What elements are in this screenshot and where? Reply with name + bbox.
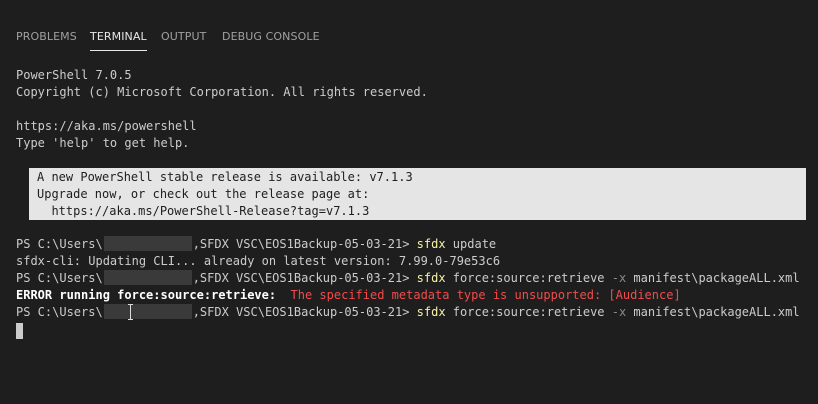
terminal-line: PowerShell 7.0.5 [16, 68, 132, 82]
command-flag: -x [611, 271, 627, 285]
error-label: ERROR running force:source:retrieve: [16, 288, 284, 302]
terminal-header-output: PowerShell 7.0.5 Copyright (c) Microsoft… [16, 67, 806, 152]
command-args: force:source:retrieve [445, 271, 612, 285]
notice-line: https://aka.ms/PowerShell-Release?tag=v7… [37, 204, 370, 218]
redacted-username [103, 270, 192, 285]
tab-terminal[interactable]: TERMINAL [90, 30, 147, 51]
prompt-prefix: PS C:\Users\ [16, 305, 103, 319]
command-rest: manifest\packageALL.xml [626, 271, 800, 285]
command-rest: manifest\packageALL.xml [626, 305, 800, 319]
prompt-suffix: ,SFDX VSC\EOS1Backup-05-03-21> [192, 305, 417, 319]
prompt-line: PS C:\Users\ ,SFDX VSC\EOS1Backup-05-03-2… [16, 270, 806, 287]
redacted-username [103, 304, 192, 319]
command-flag: -x [611, 305, 627, 319]
tab-debug-console[interactable]: DEBUG CONSOLE [222, 30, 320, 43]
redacted-username [103, 236, 192, 251]
prompt-line: PS C:\Users\ ,SFDX VSC\EOS1Backup-05-03-2… [16, 236, 806, 253]
error-line: ERROR running force:source:retrieve: The… [16, 287, 806, 304]
update-output-line: sfdx-cli: Updating CLI... already on lat… [16, 254, 501, 268]
prompt-suffix: ,SFDX VSC\EOS1Backup-05-03-21> [192, 271, 417, 285]
terminal-commands: PS C:\Users\ ,SFDX VSC\EOS1Backup-05-03-2… [16, 236, 806, 321]
command-name: sfdx [416, 271, 446, 285]
command-name: sfdx [416, 237, 446, 251]
terminal-cursor[interactable] [16, 323, 23, 339]
prompt-line: PS C:\Users\ ,SFDX VSC\EOS1Backup-05-03-2… [16, 304, 806, 321]
terminal-line: Type 'help' to get help. [16, 136, 190, 150]
panel-tab-bar: PROBLEMS TERMINAL OUTPUT DEBUG CONSOLE [0, 0, 818, 60]
notice-line: A new PowerShell stable release is avail… [37, 170, 413, 184]
prompt-prefix: PS C:\Users\ [16, 237, 103, 251]
error-message: The specified metadata type is unsupport… [283, 288, 681, 302]
notice-line: Upgrade now, or check out the release pa… [37, 187, 370, 201]
terminal-line: Copyright (c) Microsoft Corporation. All… [16, 85, 428, 99]
command-args: force:source:retrieve [445, 305, 612, 319]
tab-problems[interactable]: PROBLEMS [16, 30, 77, 43]
prompt-prefix: PS C:\Users\ [16, 271, 103, 285]
text-cursor-icon [128, 304, 134, 320]
command-args: update [445, 237, 497, 251]
update-notice: A new PowerShell stable release is avail… [29, 168, 806, 220]
terminal-line: https://aka.ms/powershell [16, 119, 197, 133]
prompt-suffix: ,SFDX VSC\EOS1Backup-05-03-21> [192, 237, 417, 251]
tab-output[interactable]: OUTPUT [161, 30, 206, 43]
command-name: sfdx [416, 305, 446, 319]
